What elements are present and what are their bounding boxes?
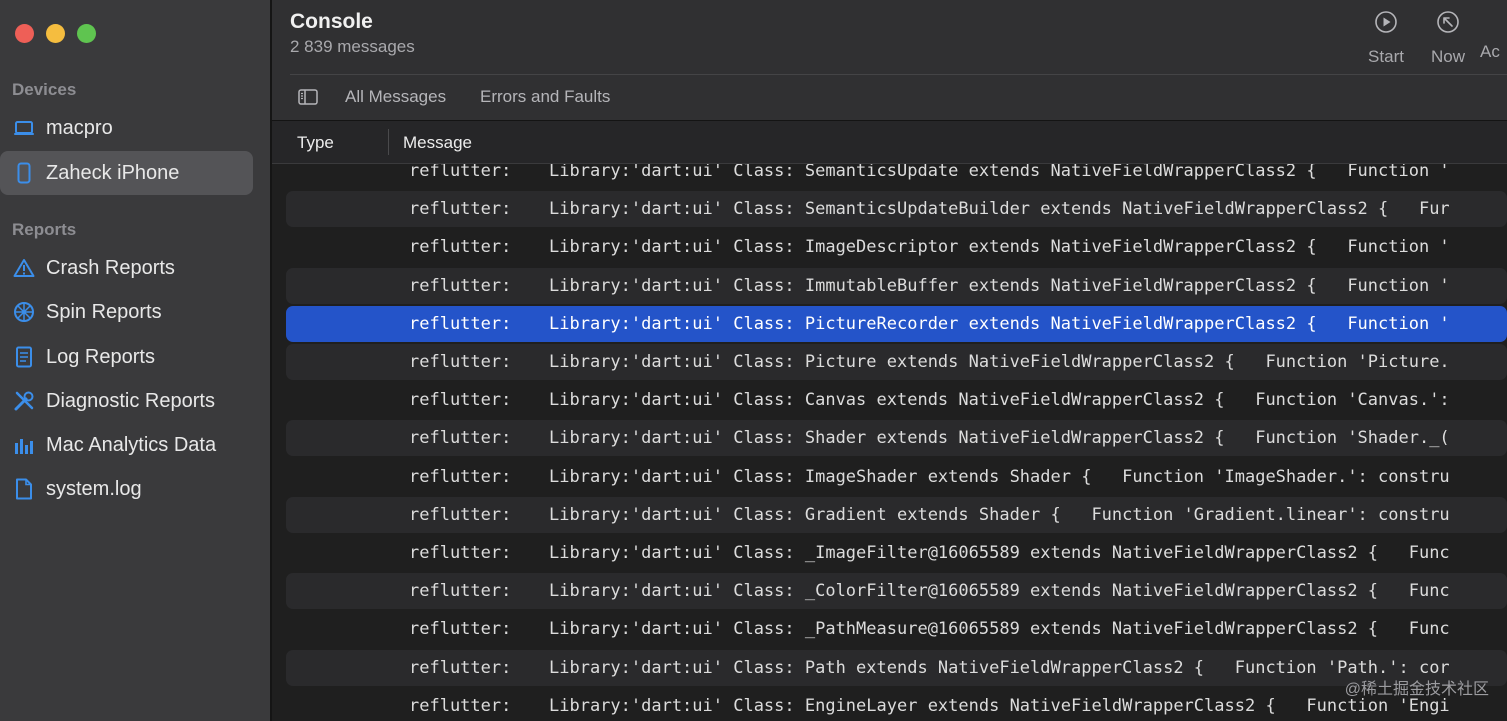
jump-to-now-icon (1436, 10, 1460, 39)
start-label: Start (1368, 47, 1404, 66)
row-message: Library:'dart:ui' Class: Picture extends… (549, 352, 1450, 372)
row-prefix: reflutter: (409, 504, 512, 525)
table-row[interactable]: reflutter: Library:'dart:ui' Class: Path … (286, 649, 1507, 686)
sidebar-item-label: system.log (46, 477, 142, 500)
sidebar-item-label: Crash Reports (46, 256, 175, 279)
sidebar-item-label: Log Reports (46, 345, 155, 368)
row-message: Library:'dart:ui' Class: _PathMeasure@16… (549, 619, 1450, 640)
now-label: Now (1430, 47, 1465, 66)
row-prefix: reflutter: (409, 164, 512, 181)
row-prefix: reflutter: (409, 543, 512, 563)
window-controls (15, 24, 96, 43)
sidebar-item-macpro[interactable]: macpro (0, 106, 253, 150)
document-icon (12, 345, 36, 369)
message-count: 2 839 messages (290, 37, 415, 56)
column-type[interactable]: Type (297, 133, 334, 153)
row-prefix: reflutter: (409, 237, 512, 258)
row-message: Library:'dart:ui' Class: Path extends Na… (549, 657, 1450, 678)
sidebar-item-mac-analytics-data[interactable]: Mac Analytics Data (0, 423, 253, 467)
table-row[interactable]: reflutter: Library:'dart:ui' Class: _Colo… (286, 573, 1507, 610)
sidebar-item-crash-reports[interactable]: Crash Reports (0, 246, 253, 290)
toolbar: Console 2 839 messages Start Now Ac All … (272, 0, 1507, 121)
table-row[interactable]: reflutter: Library:'dart:ui' Class: Pictu… (286, 305, 1507, 342)
table-row[interactable]: reflutter: Library:'dart:ui' Class: Immut… (286, 267, 1507, 304)
warning-icon (12, 256, 36, 280)
start-button[interactable]: Start (1356, 10, 1416, 67)
sidebar-item-log-reports[interactable]: Log Reports (0, 335, 253, 379)
row-message: Library:'dart:ui' Class: Shader extends … (549, 428, 1450, 449)
actions-button[interactable]: Ac (1480, 10, 1507, 62)
window-title: Console (290, 10, 373, 33)
actions-label: Ac (1480, 42, 1500, 61)
zoom-window-button[interactable] (77, 24, 96, 43)
row-prefix: reflutter: (409, 390, 512, 411)
row-message: Library:'dart:ui' Class: EngineLayer ext… (549, 695, 1450, 716)
reports-section-header: Reports (12, 220, 77, 239)
row-message: Library:'dart:ui' Class: ImageShader ext… (549, 466, 1450, 487)
table-row[interactable]: reflutter: Library:'dart:ui' Class: Pictu… (286, 344, 1507, 380)
row-prefix: reflutter: (409, 428, 512, 449)
table-row[interactable]: reflutter: Library:'dart:ui' Class: Shade… (286, 420, 1507, 457)
column-header: Type Message (272, 121, 1507, 164)
row-prefix: reflutter: (409, 657, 512, 678)
play-icon (1374, 10, 1398, 39)
row-prefix: reflutter: (409, 581, 512, 602)
sidebar-item-spin-reports[interactable]: Spin Reports (0, 290, 253, 334)
table-row[interactable]: reflutter: Library:'dart:ui' Class: Image… (286, 459, 1507, 495)
watermark: @稀土掘金技术社区 (1344, 681, 1489, 698)
sidebar-item-label: Spin Reports (46, 300, 162, 323)
row-message: Library:'dart:ui' Class: _ImageFilter@16… (549, 543, 1450, 563)
tools-icon (12, 389, 36, 413)
table-row[interactable]: reflutter: Library:'dart:ui' Class: Seman… (286, 191, 1507, 228)
sidebar-toggle-icon[interactable] (298, 89, 318, 105)
row-message: Library:'dart:ui' Class: SemanticsUpdate… (549, 164, 1450, 181)
column-message[interactable]: Message (403, 133, 472, 153)
row-prefix: reflutter: (409, 466, 512, 487)
sidebar-item-system-log[interactable]: system.log (0, 467, 253, 511)
sidebar-item-zaheck-iphone[interactable]: Zaheck iPhone (0, 151, 253, 195)
devices-section-header: Devices (12, 80, 77, 99)
sidebar-item-label: Diagnostic Reports (46, 389, 215, 412)
console-window: Devices macpro Zaheck iPhone Reports Cra… (0, 0, 1507, 721)
row-message: Library:'dart:ui' Class: SemanticsUpdate… (549, 199, 1450, 220)
sidebar-item-label: Mac Analytics Data (46, 433, 217, 456)
row-prefix: reflutter: (409, 619, 512, 640)
row-prefix: reflutter: (409, 352, 512, 372)
table-row[interactable]: reflutter: Library:'dart:ui' Class: Gradi… (286, 496, 1507, 533)
file-icon (12, 477, 36, 501)
row-message: Library:'dart:ui' Class: _ColorFilter@16… (549, 581, 1450, 602)
filter-bar: All Messages Errors and Faults (272, 75, 1507, 119)
row-message: Library:'dart:ui' Class: Canvas extends … (549, 390, 1450, 411)
row-message: Library:'dart:ui' Class: ImageDescriptor… (549, 237, 1450, 258)
bar-chart-icon (12, 433, 36, 457)
table-row[interactable]: reflutter: Library:'dart:ui' Class: Canva… (286, 382, 1507, 418)
row-message: Library:'dart:ui' Class: Gradient extend… (549, 504, 1450, 525)
row-prefix: reflutter: (409, 313, 512, 334)
table-row[interactable]: reflutter: Library:'dart:ui' Class: _Imag… (286, 535, 1507, 571)
sidebar-item-diagnostic-reports[interactable]: Diagnostic Reports (0, 379, 253, 423)
close-window-button[interactable] (15, 24, 34, 43)
now-button[interactable]: Now (1418, 10, 1478, 67)
filter-errors-and-faults[interactable]: Errors and Faults (480, 87, 610, 107)
filter-all-messages[interactable]: All Messages (345, 87, 446, 107)
sidebar: Devices macpro Zaheck iPhone Reports Cra… (0, 0, 270, 721)
row-prefix: reflutter: (409, 275, 512, 296)
spin-icon (12, 300, 36, 324)
laptop-icon (12, 116, 36, 140)
table-row[interactable]: reflutter: Library:'dart:ui' Class: Image… (286, 229, 1507, 265)
iphone-icon (12, 161, 36, 185)
table-row[interactable]: reflutter: Library:'dart:ui' Class: Seman… (286, 164, 1507, 189)
sidebar-item-label: macpro (46, 116, 113, 139)
minimize-window-button[interactable] (46, 24, 65, 43)
row-message: Library:'dart:ui' Class: ImmutableBuffer… (549, 275, 1450, 296)
row-prefix: reflutter: (409, 695, 512, 716)
message-list: reflutter: Library:'dart:ui' Class: Seman… (272, 164, 1507, 721)
console-main: Console 2 839 messages Start Now Ac All … (272, 0, 1507, 721)
table-row[interactable]: reflutter: Library:'dart:ui' Class: Engin… (286, 688, 1507, 721)
table-row[interactable]: reflutter: Library:'dart:ui' Class: _Path… (286, 611, 1507, 647)
row-prefix: reflutter: (409, 199, 512, 220)
column-resize-handle[interactable] (388, 129, 389, 155)
sidebar-item-label: Zaheck iPhone (46, 161, 180, 184)
row-message: Library:'dart:ui' Class: PictureRecorder… (549, 313, 1450, 334)
